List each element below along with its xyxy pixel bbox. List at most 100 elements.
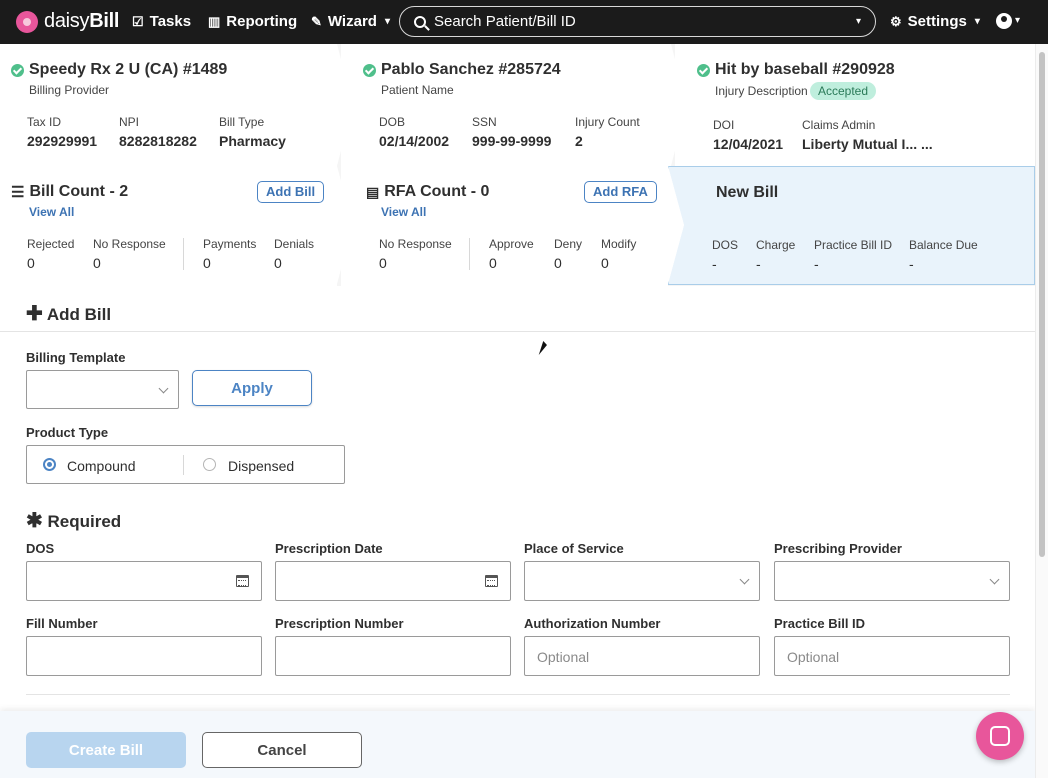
search-icon xyxy=(414,15,426,28)
new-bill-practice-id-value: - xyxy=(814,256,819,272)
document-icon: ▤ xyxy=(366,183,380,200)
modify-label: Modify xyxy=(601,237,637,251)
chevron-down-icon xyxy=(989,574,1000,585)
chevron-down-icon xyxy=(158,383,169,394)
place-of-service-select[interactable] xyxy=(524,561,760,601)
section-divider xyxy=(26,694,1010,695)
nav-wizard[interactable]: ✎ Wizard ▾ xyxy=(311,13,390,30)
new-bill-dos-label: DOS xyxy=(712,238,739,252)
modify-value: 0 xyxy=(601,255,609,271)
radio-compound-label[interactable]: Compound xyxy=(67,458,136,474)
billing-template-select[interactable] xyxy=(26,370,179,409)
denials-value: 0 xyxy=(274,255,282,271)
new-bill-dos-value: - xyxy=(712,256,717,272)
page-scrollbar[interactable] xyxy=(1035,44,1048,778)
provider-title[interactable]: Speedy Rx 2 U (CA) #1489 xyxy=(11,61,227,79)
prescribing-provider-select[interactable] xyxy=(774,561,1010,601)
product-type-label: Product Type xyxy=(26,425,109,440)
chevron-down-icon[interactable]: ▾ xyxy=(1015,15,1020,26)
radio-dispensed-label[interactable]: Dispensed xyxy=(228,458,294,474)
dos-label: DOS xyxy=(26,541,55,556)
payments-value: 0 xyxy=(203,255,211,271)
bill-count-title: ☰ Bill Count - 2 xyxy=(11,183,129,201)
provider-subtitle: Billing Provider xyxy=(29,83,110,97)
new-bill-charge-value: - xyxy=(756,256,761,272)
apply-button[interactable]: Apply xyxy=(192,370,312,406)
denials-label: Denials xyxy=(274,237,315,251)
rejected-value: 0 xyxy=(27,255,35,271)
new-bill-balance-value: - xyxy=(909,256,914,272)
chevron-down-icon xyxy=(739,574,750,585)
dos-date-input[interactable] xyxy=(26,561,262,601)
new-bill-balance-label: Balance Due xyxy=(909,238,978,252)
nav-reporting[interactable]: ▥ Reporting xyxy=(208,13,297,30)
provider-panel: Speedy Rx 2 U (CA) #1489 Billing Provide… xyxy=(0,44,353,166)
tax-id-label: Tax ID xyxy=(27,115,62,129)
practice-bill-id-label: Practice Bill ID xyxy=(774,616,866,631)
billing-template-label: Billing Template xyxy=(26,350,126,365)
chat-launcher-icon[interactable] xyxy=(976,712,1024,760)
deny-label: Deny xyxy=(554,237,583,251)
calendar-icon[interactable] xyxy=(236,575,249,587)
authorization-number-label: Authorization Number xyxy=(524,616,661,631)
prescription-number-input[interactable] xyxy=(275,636,511,676)
new-bill-charge-label: Charge xyxy=(756,238,796,252)
bill-no-response-value: 0 xyxy=(93,255,101,271)
patient-subtitle: Patient Name xyxy=(381,83,454,97)
practice-bill-id-input[interactable]: Optional xyxy=(774,636,1010,676)
mouse-cursor-icon xyxy=(538,341,549,355)
injury-count-label: Injury Count xyxy=(575,115,640,129)
add-rfa-button[interactable]: Add RFA xyxy=(584,181,657,203)
status-badge: Accepted xyxy=(810,82,877,100)
injury-count-value: 2 xyxy=(575,133,583,149)
bill-type-value: Pharmacy xyxy=(219,133,286,149)
add-bill-button[interactable]: Add Bill xyxy=(257,181,325,203)
top-navigation: daisyBill ☑ Tasks ▥ Reporting ✎ Wizard ▾… xyxy=(0,0,1048,44)
approve-value: 0 xyxy=(489,255,497,271)
patient-title[interactable]: Pablo Sanchez #285724 xyxy=(363,61,561,79)
fill-number-input[interactable] xyxy=(26,636,262,676)
rfa-no-response-value: 0 xyxy=(379,255,387,271)
nav-tasks[interactable]: ☑ Tasks xyxy=(132,13,191,30)
chevron-down-icon: ▾ xyxy=(974,16,980,27)
cancel-button[interactable]: Cancel xyxy=(202,732,362,768)
form-footer: Create Bill Cancel xyxy=(0,711,1035,778)
ssn-value: 999-99-9999 xyxy=(472,133,552,149)
rfa-view-all-link[interactable]: View All xyxy=(381,205,426,219)
prescription-date-label: Prescription Date xyxy=(275,541,383,556)
prescribing-provider-label: Prescribing Provider xyxy=(774,541,902,556)
create-bill-button[interactable]: Create Bill xyxy=(26,732,186,768)
search-input[interactable]: Search Patient/Bill ID ▾ xyxy=(399,6,876,37)
chevron-down-icon: ▾ xyxy=(384,16,390,27)
divider xyxy=(469,238,470,270)
rejected-label: Rejected xyxy=(27,237,75,251)
injury-title[interactable]: Hit by baseball #290928 xyxy=(697,61,895,79)
check-circle-icon xyxy=(363,63,376,77)
plus-icon: ✚ xyxy=(26,303,43,325)
authorization-number-input[interactable]: Optional xyxy=(524,636,760,676)
bill-count-panel: ☰ Bill Count - 2 Add Bill View All Rejec… xyxy=(0,166,353,286)
daisybill-logo[interactable]: daisyBill xyxy=(16,10,119,33)
scrollbar-thumb[interactable] xyxy=(1039,52,1045,557)
doi-label: DOI xyxy=(713,118,735,132)
user-avatar-icon[interactable] xyxy=(996,13,1012,29)
chevron-separator xyxy=(668,166,684,284)
dob-value: 02/14/2002 xyxy=(379,133,450,149)
bills-view-all-link[interactable]: View All xyxy=(29,205,74,219)
nav-settings[interactable]: ⚙ Settings ▾ xyxy=(890,13,980,30)
radio-compound[interactable] xyxy=(43,458,56,471)
bar-chart-icon: ▥ xyxy=(208,13,221,29)
npi-value: 8282818282 xyxy=(119,133,197,149)
ssn-label: SSN xyxy=(472,115,497,129)
prescription-date-input[interactable] xyxy=(275,561,511,601)
rfa-no-response-label: No Response xyxy=(379,237,452,251)
dob-label: DOB xyxy=(379,115,406,129)
new-bill-practice-id-label: Practice Bill ID xyxy=(814,238,893,252)
new-bill-panel: New Bill DOS - Charge - Practice Bill ID… xyxy=(668,166,1035,285)
injury-subtitle: Injury Description xyxy=(715,84,808,98)
approve-label: Approve xyxy=(489,237,534,251)
daisy-flower-icon xyxy=(16,10,38,33)
deny-value: 0 xyxy=(554,255,562,271)
calendar-icon[interactable] xyxy=(485,575,498,587)
radio-dispensed[interactable] xyxy=(203,458,216,471)
